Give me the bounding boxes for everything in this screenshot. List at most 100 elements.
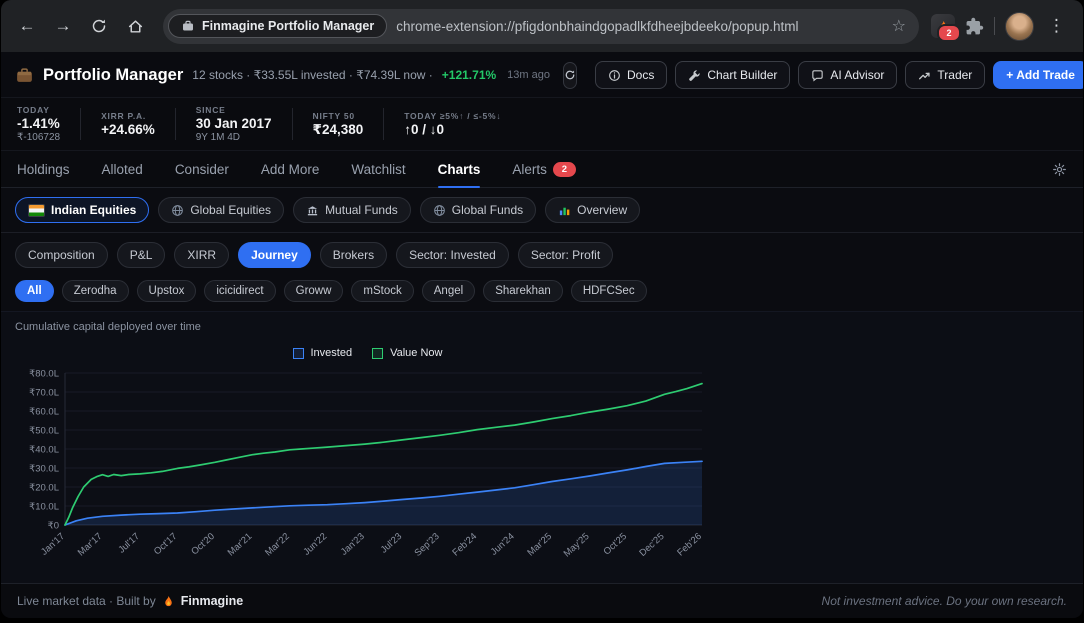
tab-alerts-label: Alerts bbox=[512, 162, 547, 177]
last-updated: 13m ago bbox=[507, 69, 550, 81]
chart-builder-button[interactable]: Chart Builder bbox=[675, 61, 790, 89]
tab-alloted[interactable]: Alloted bbox=[102, 151, 143, 187]
category-mutual-funds[interactable]: Mutual Funds bbox=[293, 197, 411, 223]
ai-advisor-button[interactable]: AI Advisor bbox=[798, 61, 897, 89]
settings-button[interactable] bbox=[1052, 162, 1067, 177]
broker-groww[interactable]: Groww bbox=[284, 280, 344, 302]
bookmark-star-icon[interactable]: ☆ bbox=[892, 16, 906, 36]
add-trade-button[interactable]: + Add Trade bbox=[993, 61, 1083, 89]
trader-button-label: Trader bbox=[937, 68, 972, 82]
stat-label: XIRR P.A. bbox=[101, 111, 155, 121]
footer-note: Live market data · Built by bbox=[17, 594, 156, 608]
svg-text:₹60.0L: ₹60.0L bbox=[29, 407, 59, 418]
profile-avatar[interactable] bbox=[1005, 12, 1034, 41]
address-bar[interactable]: Finmagine Portfolio Manager chrome-exten… bbox=[163, 9, 919, 44]
stat-label: TODAY ≥5%↑ / ≤-5%↓ bbox=[404, 111, 501, 121]
stat-value: 30 Jan 2017 bbox=[196, 116, 272, 131]
tab-watchlist[interactable]: Watchlist bbox=[351, 151, 405, 187]
back-button[interactable]: ← bbox=[11, 10, 43, 42]
svg-text:Jan'23: Jan'23 bbox=[339, 531, 367, 558]
tab-holdings[interactable]: Holdings bbox=[17, 151, 70, 187]
docs-button[interactable]: Docs bbox=[595, 61, 667, 89]
stat-divider bbox=[383, 108, 384, 140]
stat-today-movers: TODAY ≥5%↑ / ≤-5%↓ ↑0 / ↓0 bbox=[404, 111, 501, 137]
svg-text:Mar'25: Mar'25 bbox=[525, 531, 554, 558]
svg-text:Feb'26: Feb'26 bbox=[675, 531, 704, 558]
journey-line-chart: ₹0₹10.0L₹20.0L₹30.0L₹40.0L₹50.0L₹60.0L₹7… bbox=[15, 361, 720, 579]
docs-button-label: Docs bbox=[627, 68, 654, 82]
svg-text:₹80.0L: ₹80.0L bbox=[29, 369, 59, 380]
category-overview[interactable]: Overview bbox=[545, 197, 640, 223]
chart-type-brokers[interactable]: Brokers bbox=[320, 242, 387, 268]
broker-zerodha[interactable]: Zerodha bbox=[62, 280, 129, 302]
refresh-icon bbox=[564, 69, 576, 81]
broker-angel[interactable]: Angel bbox=[422, 280, 475, 302]
info-icon bbox=[608, 69, 621, 82]
chart-type-pl[interactable]: P&L bbox=[117, 242, 166, 268]
chart-type-composition[interactable]: Composition bbox=[15, 242, 108, 268]
ai-advisor-button-label: AI Advisor bbox=[830, 68, 884, 82]
alerts-badge: 2 bbox=[553, 162, 576, 177]
bank-icon bbox=[306, 204, 319, 217]
broker-all[interactable]: All bbox=[15, 280, 54, 302]
forward-button[interactable]: → bbox=[47, 10, 79, 42]
legend-swatch bbox=[372, 348, 383, 359]
svg-text:Sep'23: Sep'23 bbox=[413, 531, 442, 559]
chart-type-journey[interactable]: Journey bbox=[238, 242, 311, 268]
broker-filter-row: All Zerodha Upstox icicidirect Groww mSt… bbox=[1, 273, 1083, 311]
trader-button[interactable]: Trader bbox=[905, 61, 985, 89]
legend-swatch bbox=[293, 348, 304, 359]
globe-icon bbox=[171, 204, 184, 217]
chart-builder-button-label: Chart Builder bbox=[707, 68, 777, 82]
legend-item-invested[interactable]: Invested bbox=[293, 347, 353, 359]
extension-name-chip[interactable]: Finmagine Portfolio Manager bbox=[168, 14, 387, 38]
stat-xirr: XIRR P.A. +24.66% bbox=[101, 111, 155, 137]
chart-type-xirr[interactable]: XIRR bbox=[174, 242, 229, 268]
tab-add-more[interactable]: Add More bbox=[261, 151, 320, 187]
svg-text:₹40.0L: ₹40.0L bbox=[29, 445, 59, 456]
add-trade-button-label: + Add Trade bbox=[1006, 68, 1075, 82]
trend-up-icon bbox=[918, 69, 931, 82]
stat-value: ₹24,380 bbox=[313, 122, 364, 138]
browser-toolbar: ← → Finmagine Portfolio Manager chrome-e… bbox=[1, 0, 1083, 52]
broker-icicidirect[interactable]: icicidirect bbox=[204, 280, 275, 302]
browser-menu-icon[interactable]: ⋮ bbox=[1044, 16, 1069, 36]
refresh-button[interactable] bbox=[563, 62, 577, 89]
category-label: Global Equities bbox=[190, 203, 271, 217]
stat-divider bbox=[292, 108, 293, 140]
reload-button[interactable] bbox=[83, 10, 115, 42]
legend-item-value-now[interactable]: Value Now bbox=[372, 347, 442, 359]
tab-charts[interactable]: Charts bbox=[438, 151, 481, 187]
category-global-funds[interactable]: Global Funds bbox=[420, 197, 536, 223]
broker-mstock[interactable]: mStock bbox=[351, 280, 413, 302]
finmagine-extension-button[interactable]: 2 bbox=[931, 14, 955, 38]
svg-text:Jun'24: Jun'24 bbox=[489, 531, 517, 558]
app-header: Portfolio Manager 12 stocks · ₹33.55L in… bbox=[1, 52, 1083, 97]
home-button[interactable] bbox=[119, 10, 151, 42]
chart-caption: Cumulative capital deployed over time bbox=[15, 321, 1069, 333]
broker-upstox[interactable]: Upstox bbox=[137, 280, 197, 302]
app-footer: Live market data · Built by Finmagine No… bbox=[1, 583, 1083, 618]
extensions-puzzle-icon[interactable] bbox=[965, 17, 984, 36]
wrench-icon bbox=[688, 69, 701, 82]
briefcase-icon bbox=[15, 66, 34, 85]
stat-divider bbox=[80, 108, 81, 140]
chart-section: Cumulative capital deployed over time In… bbox=[1, 311, 1083, 583]
stat-since: SINCE 30 Jan 2017 9Y 1M 4D bbox=[196, 105, 272, 143]
toolbar-right-icons: 2 ⋮ bbox=[931, 12, 1073, 41]
chart-type-sector-invested[interactable]: Sector: Invested bbox=[396, 242, 509, 268]
globe-icon bbox=[433, 204, 446, 217]
tab-consider[interactable]: Consider bbox=[175, 151, 229, 187]
chart-type-sector-profit[interactable]: Sector: Profit bbox=[518, 242, 613, 268]
bar-chart-icon bbox=[558, 204, 571, 217]
tab-alerts[interactable]: Alerts 2 bbox=[512, 151, 576, 187]
url-text: chrome-extension://pfigdonbhaindgopadlkf… bbox=[396, 19, 882, 34]
broker-sharekhan[interactable]: Sharekhan bbox=[483, 280, 563, 302]
broker-hdfcsec[interactable]: HDFCSec bbox=[571, 280, 647, 302]
svg-text:May'25: May'25 bbox=[562, 531, 592, 559]
category-global-equities[interactable]: Global Equities bbox=[158, 197, 284, 223]
chart-type-row: Composition P&L XIRR Journey Brokers Sec… bbox=[1, 233, 1083, 273]
footer-brand-link[interactable]: Finmagine bbox=[181, 594, 244, 608]
portfolio-summary: 12 stocks · ₹33.55L invested · ₹74.39L n… bbox=[192, 68, 433, 82]
category-indian-equities[interactable]: Indian Equities bbox=[15, 197, 149, 223]
